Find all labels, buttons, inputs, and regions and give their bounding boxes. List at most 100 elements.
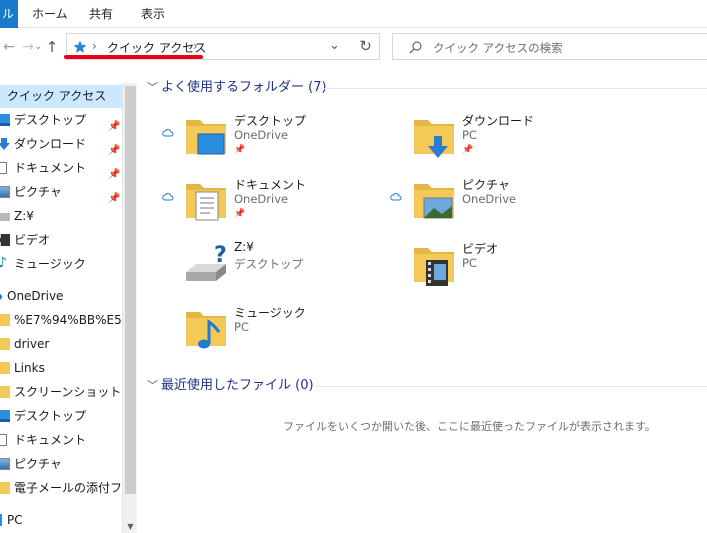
sidebar-item-label: ドキュメント	[14, 433, 87, 447]
sidebar-item-label: デスクトップ	[14, 113, 87, 127]
recent-files-empty-message: ファイルをいくつか開いた後、ここに最近使ったファイルが表示されます。	[283, 420, 656, 433]
tab-view[interactable]: 表示	[141, 0, 165, 28]
sidebar-item-pc[interactable]: PC	[0, 509, 122, 532]
documents-icon	[0, 434, 7, 446]
sidebar-item-quick-access[interactable]: クイック アクセス	[0, 85, 122, 108]
folder-location: PC	[234, 320, 249, 334]
tab-share[interactable]: 共有	[89, 0, 113, 28]
recent-locations-button[interactable]: ⌄	[34, 37, 42, 57]
sidebar-item-label: Z:¥	[14, 209, 34, 223]
back-button[interactable]: ←	[2, 37, 16, 57]
sidebar-item-desktop[interactable]: デスクトップ 📌	[0, 109, 122, 132]
folder-name: デスクトップ	[234, 114, 307, 128]
network-drive-icon	[0, 213, 10, 221]
folder-tile-videos[interactable]: ビデオ PC	[390, 240, 610, 296]
sidebar-item-driver[interactable]: driver	[0, 333, 122, 356]
folder-name: ビデオ	[462, 242, 499, 256]
documents-folder-icon	[186, 184, 226, 221]
chevron-down-icon: ﹀	[147, 81, 158, 94]
pictures-folder-icon	[414, 184, 454, 219]
frequent-folders-header[interactable]: ﹀ よく使用するフォルダー (7)	[147, 78, 327, 98]
sidebar-item-label: クイック アクセス	[7, 89, 107, 103]
sidebar-item-onedrive-desktop[interactable]: デスクトップ	[0, 405, 122, 428]
pictures-icon	[0, 186, 10, 198]
folder-icon	[0, 386, 10, 398]
drive-name: Z:¥	[234, 240, 254, 254]
folder-tile-documents[interactable]: ドキュメント OneDrive 📌	[162, 176, 382, 232]
sidebar-item-onedrive[interactable]: OneDrive	[0, 285, 122, 308]
pin-icon: 📌	[234, 209, 246, 219]
pin-icon[interactable]: 📌	[108, 187, 120, 204]
folder-tile-pictures[interactable]: ピクチャ OneDrive	[390, 176, 610, 232]
scrollbar-thumb[interactable]	[125, 86, 136, 494]
sidebar-item-label: ダウンロード	[14, 137, 87, 151]
download-icon	[0, 138, 10, 150]
sidebar-item-label: スクリーンショット	[14, 385, 122, 399]
annotation-underline	[64, 55, 203, 59]
pictures-icon	[0, 458, 10, 470]
documents-icon	[0, 162, 7, 174]
sidebar-item-email-attachments[interactable]: 電子メールの添付ファイ	[0, 477, 122, 500]
search-box[interactable]: クイック アクセスの検索	[392, 33, 707, 60]
pin-icon: 📌	[234, 145, 246, 155]
refresh-button[interactable]: ↻	[352, 33, 380, 60]
address-dropdown-button[interactable]: ⌄	[329, 38, 340, 53]
sidebar-item-label: OneDrive	[7, 289, 64, 303]
folder-name: ダウンロード	[462, 114, 535, 128]
sidebar-item-label: 電子メールの添付ファイ	[14, 481, 122, 495]
download-folder-icon	[414, 120, 454, 158]
network-drive-icon: ?	[186, 243, 227, 281]
breadcrumb-quick-access[interactable]: クイック アクセス	[107, 39, 206, 56]
sidebar-item-screenshots[interactable]: スクリーンショット	[0, 381, 122, 404]
desktop-icon	[0, 114, 10, 126]
folder-tile-downloads[interactable]: ダウンロード PC 📌	[390, 112, 610, 168]
breadcrumb-separator: ›	[92, 39, 97, 53]
videos-folder-icon	[414, 248, 454, 286]
navigation-pane: クイック アクセス デスクトップ 📌 ダウンロード 📌 ドキュメント 📌 ピクチ…	[0, 83, 122, 533]
chevron-down-icon: ﹀	[147, 379, 158, 392]
folder-location: OneDrive	[234, 128, 289, 142]
sidebar-item-pictures[interactable]: ピクチャ 📌	[0, 181, 122, 204]
sidebar-item-onedrive-documents[interactable]: ドキュメント	[0, 429, 122, 452]
sidebar-item-label: デスクトップ	[14, 409, 87, 423]
tab-home[interactable]: ホーム	[32, 0, 68, 28]
sidebar-item-onedrive-pictures[interactable]: ピクチャ	[0, 453, 122, 476]
up-button[interactable]: ↑	[44, 37, 60, 57]
folder-location: PC	[462, 256, 477, 270]
sidebar-item-folder[interactable]: %E7%94%BB%E5%8	[0, 309, 122, 332]
folder-name: ミュージック	[234, 306, 306, 320]
sidebar-item-label: %E7%94%BB%E5%8	[14, 313, 122, 327]
breadcrumb-separator[interactable]: ›	[193, 39, 198, 53]
cloud-icon	[162, 193, 174, 201]
sidebar-item-downloads[interactable]: ダウンロード 📌	[0, 133, 122, 156]
folder-icon	[0, 362, 10, 374]
sidebar-item-label: Links	[14, 361, 45, 375]
sidebar-item-network-drive[interactable]: Z:¥	[0, 205, 122, 228]
sidebar-item-videos[interactable]: ビデオ	[0, 229, 122, 252]
nav-pane-scrollbar[interactable]: ▼	[122, 83, 137, 533]
desktop-icon	[0, 410, 10, 422]
sidebar-item-label: ミュージック	[14, 257, 86, 271]
tab-file[interactable]: ル	[0, 0, 18, 28]
forward-button[interactable]: →	[21, 37, 35, 57]
cloud-icon	[390, 193, 402, 201]
recent-files-header[interactable]: ﹀ 最近使用したファイル (0)	[147, 376, 314, 396]
pin-icon[interactable]: 📌	[108, 115, 120, 132]
sidebar-item-links[interactable]: Links	[0, 357, 122, 380]
folder-icon	[0, 338, 10, 350]
folder-name: ピクチャ	[462, 178, 510, 192]
sidebar-item-label: ピクチャ	[14, 457, 62, 471]
scroll-down-arrow[interactable]: ▼	[125, 521, 136, 533]
ribbon: ル ホーム 共有 表示	[0, 0, 707, 28]
drive-tile-z[interactable]: ? Z:¥ デスクトップ	[162, 240, 382, 296]
pin-icon[interactable]: 📌	[108, 139, 120, 156]
cloud-icon	[162, 129, 174, 137]
folder-tile-music[interactable]: ミュージック PC	[162, 304, 382, 360]
search-placeholder: クイック アクセスの検索	[433, 41, 563, 55]
group-title: 最近使用したファイル (0)	[161, 378, 314, 393]
sidebar-item-music[interactable]: ♪ ミュージック	[0, 253, 122, 276]
cloud-icon	[0, 294, 2, 300]
folder-tile-desktop[interactable]: デスクトップ OneDrive 📌	[162, 112, 382, 168]
sidebar-item-documents[interactable]: ドキュメント 📌	[0, 157, 122, 180]
pin-icon[interactable]: 📌	[108, 163, 120, 180]
